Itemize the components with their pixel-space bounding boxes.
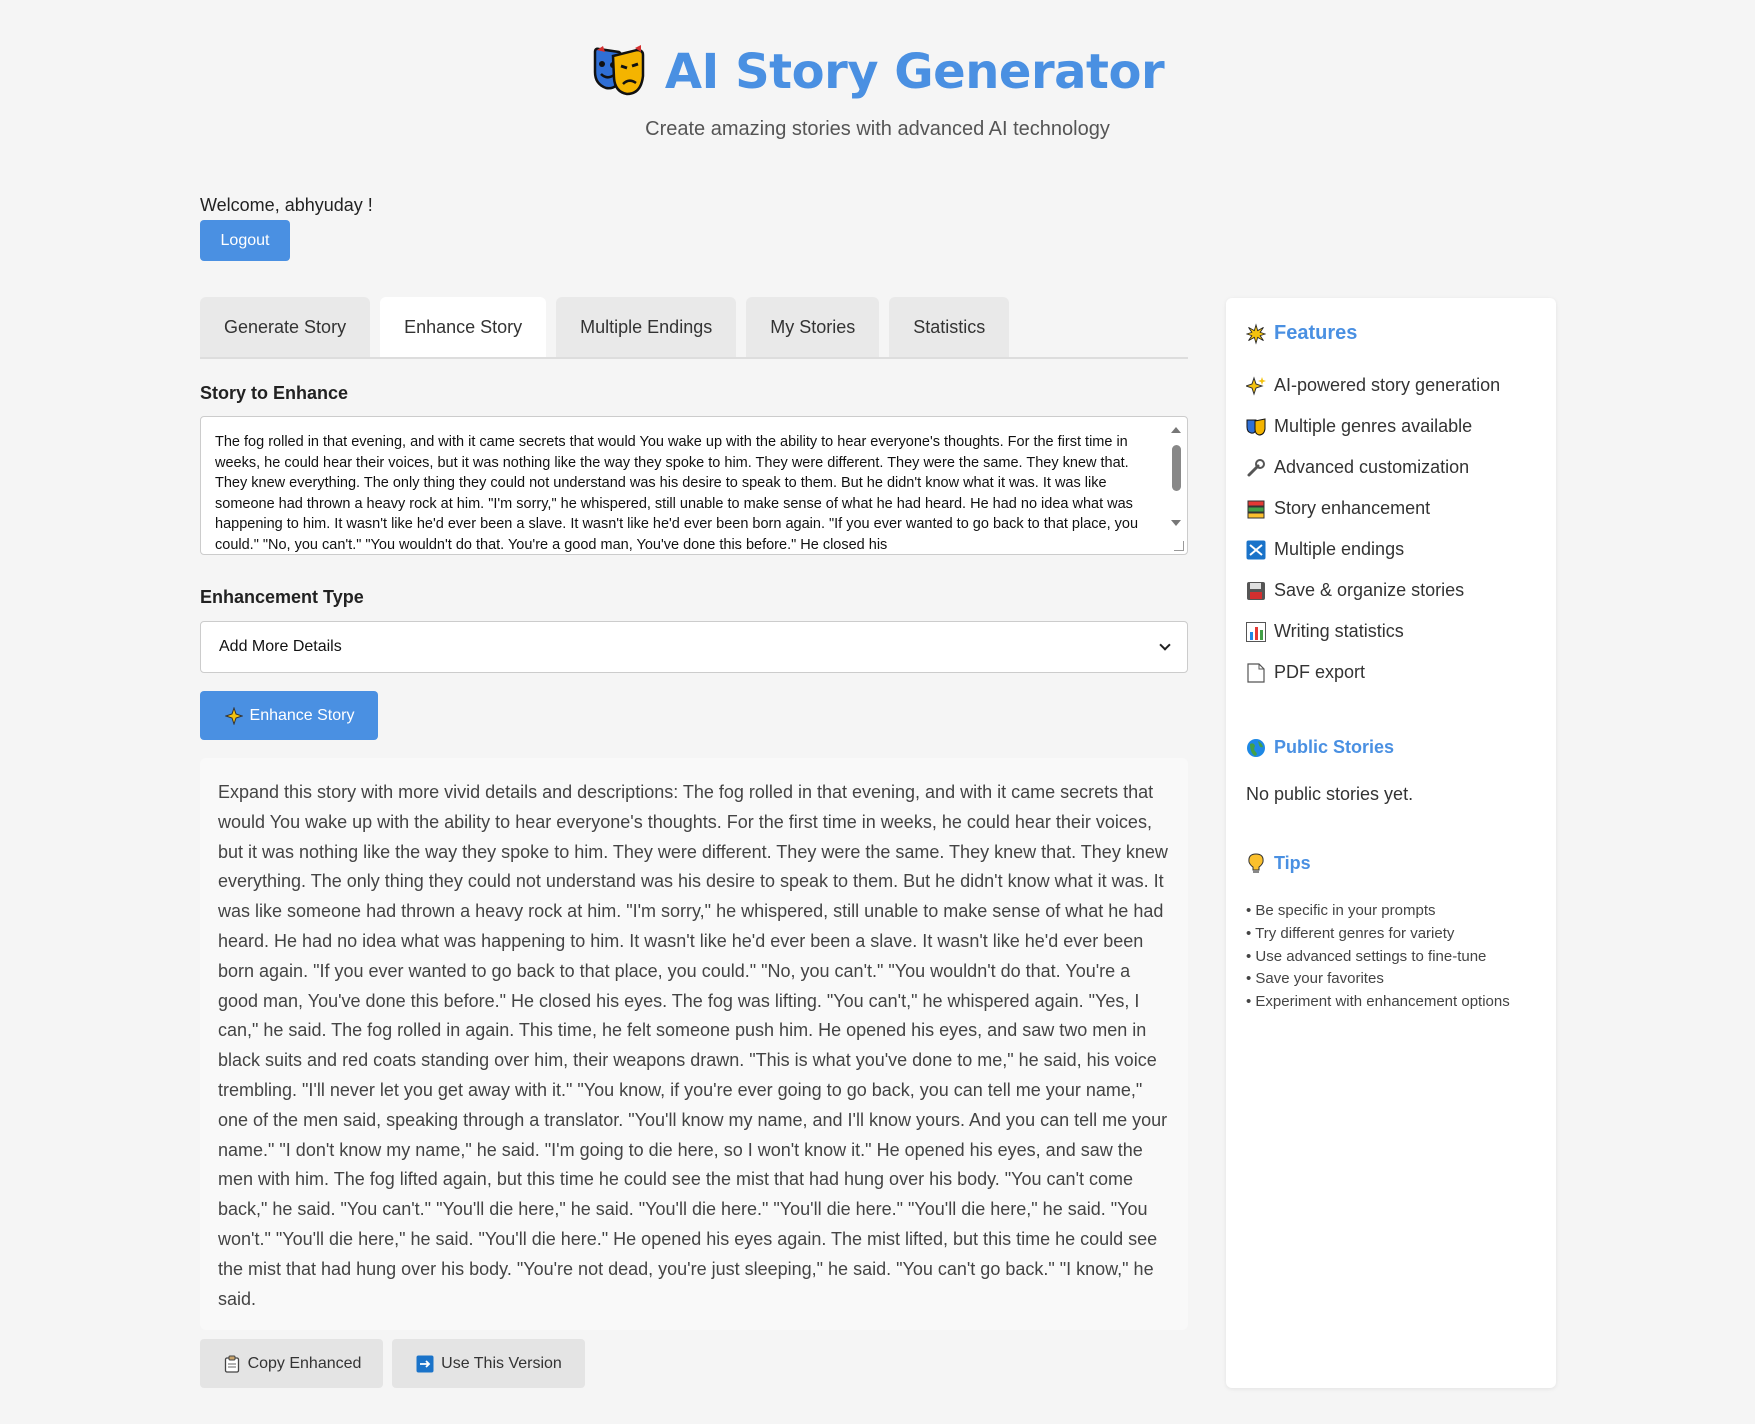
sparkles-icon <box>224 706 244 726</box>
list-item: AI-powered story generation <box>1246 365 1536 406</box>
tab-my-stories[interactable]: My Stories <box>746 297 880 357</box>
list-item: • Use advanced settings to fine-tune <box>1246 947 1487 965</box>
enhancement-type-label: Enhancement Type <box>200 587 364 607</box>
scroll-up-arrow-icon[interactable] <box>1171 427 1181 433</box>
copy-enhanced-label: Copy Enhanced <box>247 1354 362 1372</box>
features-title: Features <box>1274 322 1358 344</box>
enhanced-story-output: Expand this story with more vivid detail… <box>200 758 1188 1330</box>
scroll-down-arrow-icon[interactable] <box>1171 520 1181 526</box>
lightbulb-icon <box>1246 852 1266 874</box>
list-item: Story enhancement <box>1246 488 1536 529</box>
list-item: • Save your favorites <box>1246 970 1384 988</box>
list-item: Multiple endings <box>1246 529 1536 570</box>
list-item: • Be specific in your prompts <box>1246 902 1436 919</box>
logout-button[interactable]: Logout <box>200 220 290 261</box>
title-row: AI Story Generator <box>0 44 1755 100</box>
sidebar: Features AI-powered story generation Mul… <box>1226 298 1556 1388</box>
feature-label: Multiple genres available <box>1274 416 1473 436</box>
list-item: PDF export <box>1246 652 1536 693</box>
feature-label: Multiple endings <box>1274 539 1405 559</box>
use-this-version-button[interactable]: Use This Version <box>392 1339 585 1388</box>
tab-bar: Generate Story Enhance Story Multiple En… <box>200 297 1010 357</box>
shuffle-icon <box>1246 540 1266 560</box>
feature-label: Writing statistics <box>1274 621 1404 641</box>
tab-enhance-story[interactable]: Enhance Story <box>380 297 547 357</box>
resize-grip-icon[interactable] <box>1174 541 1184 551</box>
public-stories-heading: Public Stories <box>1246 737 1536 758</box>
feature-label: Save & organize stories <box>1274 580 1465 600</box>
chevron-down-icon <box>1159 639 1171 651</box>
arrow-right-icon <box>415 1354 435 1374</box>
feature-label: Advanced customization <box>1274 457 1470 477</box>
tips-heading: Tips <box>1246 852 1536 874</box>
page-subtitle: Create amazing stories with advanced AI … <box>645 118 1110 140</box>
story-textarea[interactable]: The fog rolled in that evening, and with… <box>200 416 1188 555</box>
floppy-disk-icon <box>1246 581 1266 601</box>
features-list: AI-powered story generation Multiple gen… <box>1246 365 1536 693</box>
feature-label: Story enhancement <box>1274 498 1431 518</box>
list-item: Multiple genres available <box>1246 406 1536 447</box>
feature-label: AI-powered story generation <box>1274 375 1501 395</box>
scroll-thumb[interactable] <box>1172 445 1181 491</box>
globe-icon <box>1246 738 1266 758</box>
tab-generate-story[interactable]: Generate Story <box>200 297 371 357</box>
tab-statistics[interactable]: Statistics <box>889 297 1010 357</box>
wrench-icon <box>1246 458 1266 478</box>
enhance-story-button[interactable]: Enhance Story <box>200 691 378 740</box>
story-textarea-text: The fog rolled in that evening, and with… <box>215 434 1139 553</box>
story-to-enhance-label: Story to Enhance <box>200 383 349 403</box>
tab-multiple-endings[interactable]: Multiple Endings <box>556 297 737 357</box>
public-stories-title: Public Stories <box>1274 737 1395 757</box>
page-title: AI Story Generator <box>664 44 1165 100</box>
copy-enhanced-button[interactable]: Copy Enhanced <box>200 1339 383 1388</box>
public-stories-empty: No public stories yet. <box>1246 784 1414 804</box>
bar-chart-icon <box>1246 621 1266 642</box>
list-item: • Experiment with enhancement options <box>1246 993 1510 1011</box>
books-icon <box>1246 499 1266 519</box>
header: AI Story Generator Create amazing storie… <box>0 0 1755 141</box>
tips-list: • Be specific in your prompts • Try diff… <box>1246 900 1536 1014</box>
theater-masks-icon <box>1246 417 1266 437</box>
sparkles-icon <box>1246 375 1266 396</box>
star-burst-icon <box>1246 322 1266 345</box>
feature-label: PDF export <box>1274 662 1366 682</box>
document-icon <box>1246 662 1266 683</box>
textarea-scrollbar[interactable] <box>1167 417 1187 554</box>
tab-divider <box>200 357 1188 359</box>
welcome-message: Welcome, abhyuday ! <box>200 195 373 215</box>
clipboard-icon <box>222 1354 242 1374</box>
list-item: • Try different genres for variety <box>1246 924 1455 942</box>
theater-masks-icon <box>591 44 647 100</box>
enhancement-type-select[interactable]: Add More Details <box>200 621 1188 673</box>
enhancement-type-value: Add More Details <box>219 638 342 655</box>
list-item: Writing statistics <box>1246 611 1536 652</box>
list-item: Save & organize stories <box>1246 570 1536 611</box>
use-this-version-label: Use This Version <box>441 1354 562 1372</box>
tips-title: Tips <box>1274 853 1311 873</box>
enhance-story-button-label: Enhance Story <box>249 706 355 724</box>
list-item: Advanced customization <box>1246 447 1536 488</box>
features-heading: Features <box>1246 322 1536 345</box>
